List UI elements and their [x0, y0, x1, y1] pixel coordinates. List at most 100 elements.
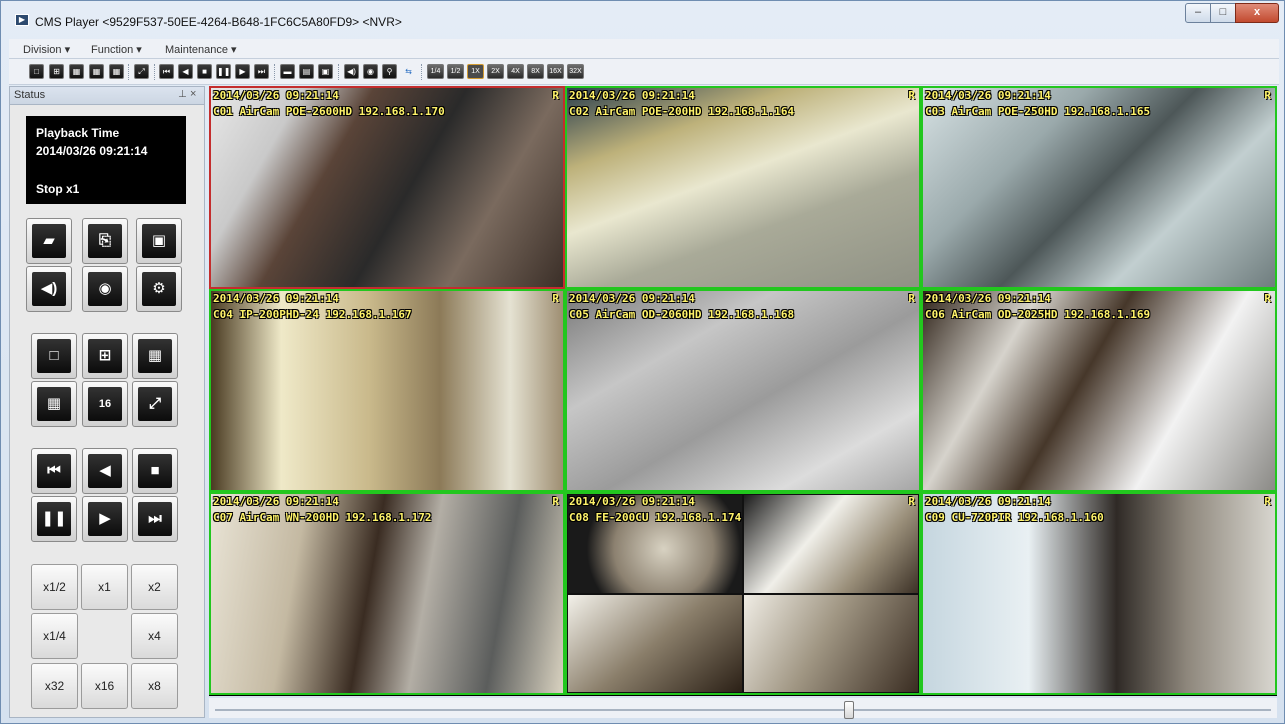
reverse-play-icon[interactable]: ◀ — [178, 64, 193, 79]
pin-icon[interactable]: ⊥ — [178, 89, 187, 100]
skip-back-icon[interactable]: ⏮ — [159, 64, 174, 79]
panel-close-icon[interactable]: × — [190, 88, 196, 100]
reverse-play-button[interactable]: ◀ — [82, 448, 128, 494]
speed-16x-button[interactable]: 16X — [547, 64, 564, 79]
skip-back-button[interactable]: ⏮ — [31, 448, 77, 494]
layout-4-icon[interactable]: ⊞ — [49, 64, 64, 79]
layout-16-icon: 16 — [88, 387, 122, 421]
layout-4-icon: ⊞ — [88, 339, 122, 373]
seek-thumb[interactable] — [843, 701, 854, 719]
export-icon[interactable]: ▤ — [299, 64, 314, 79]
camera-name: C01 AirCam POE-2600HD 192.168.1.170 — [213, 105, 445, 118]
camera-tile-c06[interactable]: 2014/03/26 09:21:14 C06 AirCam OD-2025HD… — [921, 289, 1277, 492]
camera-name: C06 AirCam OD-2025HD 192.168.1.169 — [925, 308, 1151, 321]
skip-forward-icon[interactable]: ⏭ — [254, 64, 269, 79]
camera-tile-c02[interactable]: 2014/03/26 09:21:14 C02 AirCam POE-200HD… — [565, 86, 921, 289]
save-icon[interactable]: ▣ — [318, 64, 333, 79]
camera-tile-c05[interactable]: 2014/03/26 09:21:14 C05 AirCam OD-2060HD… — [565, 289, 921, 492]
layout-16-icon[interactable]: ▦ — [109, 64, 124, 79]
status-panel-title: Status — [14, 89, 46, 101]
menu-function[interactable]: Function ▾ — [91, 43, 142, 56]
speed-x1-4-button[interactable]: x1/4 — [31, 613, 78, 659]
zoom-icon[interactable]: ⚲ — [382, 64, 397, 79]
snapshot-icon[interactable]: ◉ — [363, 64, 378, 79]
snapshot-icon: ◉ — [88, 272, 122, 306]
camera-tile-c01[interactable]: 2014/03/26 09:21:14 C01 AirCam POE-2600H… — [209, 86, 565, 289]
layout-6-button[interactable]: ▦ — [132, 333, 178, 379]
audio-icon[interactable]: ◀) — [344, 64, 359, 79]
fullscreen-button[interactable]: ⤢ — [132, 381, 178, 427]
close-button[interactable]: x — [1235, 3, 1279, 23]
menu-division[interactable]: Division ▾ — [23, 43, 70, 56]
camera-name: C08 FE-200CU 192.168.1.174 — [569, 511, 742, 524]
layout-9-icon: ▦ — [37, 387, 71, 421]
speed-32x-button[interactable]: 32X — [567, 64, 584, 79]
speed-x1-button[interactable]: x1 — [81, 564, 128, 610]
camera-timestamp: 2014/03/26 09:21:14 — [213, 292, 339, 305]
pause-button[interactable]: ❚❚ — [31, 496, 77, 542]
camera-timestamp: 2014/03/26 09:21:14 — [925, 292, 1051, 305]
snapshot-button[interactable]: ◉ — [82, 266, 128, 312]
speed-x1-2-button[interactable]: x1/2 — [31, 564, 78, 610]
layout-6-icon[interactable]: ▦ — [69, 64, 84, 79]
camera-tile-c04[interactable]: 2014/03/26 09:21:14 C04 IP-200PHD-24 192… — [209, 289, 565, 492]
open-folder-button[interactable]: ▰ — [26, 218, 72, 264]
maximize-button[interactable]: □ — [1210, 3, 1236, 23]
pause-icon: ❚❚ — [37, 502, 71, 536]
camera-tile-c08[interactable]: 2014/03/26 09:21:14 C08 FE-200CU 192.168… — [565, 492, 921, 695]
recording-indicator: R — [1264, 292, 1271, 305]
fullscreen-icon[interactable]: ⤢ — [134, 64, 149, 79]
toolbar-separator — [154, 64, 155, 80]
speed-x2-button[interactable]: x2 — [131, 564, 178, 610]
skip-forward-button[interactable]: ⏭ — [132, 496, 178, 542]
camera-timestamp: 2014/03/26 09:21:14 — [213, 495, 339, 508]
play-icon: ▶ — [88, 502, 122, 536]
skip-back-icon: ⏮ — [37, 454, 71, 488]
speed-2x-button[interactable]: 2X — [487, 64, 504, 79]
layout-4-button[interactable]: ⊞ — [82, 333, 128, 379]
speed-half-button[interactable]: 1/2 — [447, 64, 464, 79]
stop-icon[interactable]: ■ — [197, 64, 212, 79]
speed-x16-button[interactable]: x16 — [81, 663, 128, 709]
camera-tile-c09[interactable]: 2014/03/26 09:21:14 C09 CU-720PIR 192.16… — [921, 492, 1277, 695]
camera-timestamp: 2014/03/26 09:21:14 — [569, 89, 695, 102]
sync-icon[interactable]: ⇆ — [401, 64, 416, 79]
open-folder-icon: ▰ — [32, 224, 66, 258]
layout-16-button[interactable]: 16 — [82, 381, 128, 427]
seek-bar[interactable] — [209, 698, 1277, 719]
speed-1x-button[interactable]: 1X — [467, 64, 484, 79]
layout-1-icon[interactable]: □ — [29, 64, 44, 79]
minimize-button[interactable]: – — [1185, 3, 1211, 23]
app-icon[interactable]: ▶ — [15, 14, 29, 26]
camera-name: C07 AirCam WN-200HD 192.168.1.172 — [213, 511, 432, 524]
recording-indicator: R — [908, 89, 915, 102]
audio-button[interactable]: ◀) — [26, 266, 72, 312]
title-bar: ▶ CMS Player <9529F537-50EE-4264-B648-1F… — [1, 1, 1284, 37]
speed-x32-button[interactable]: x32 — [31, 663, 78, 709]
speed-x4-button[interactable]: x4 — [131, 613, 178, 659]
layout-9-button[interactable]: ▦ — [31, 381, 77, 427]
seek-track[interactable] — [215, 709, 1271, 711]
settings-button[interactable]: ⚙ — [136, 266, 182, 312]
stop-button[interactable]: ■ — [132, 448, 178, 494]
speed-8x-button[interactable]: 8X — [527, 64, 544, 79]
layout-1-button[interactable]: □ — [31, 333, 77, 379]
speed-x8-button[interactable]: x8 — [131, 663, 178, 709]
save-button[interactable]: ▣ — [136, 218, 182, 264]
layout-9-icon[interactable]: ▦ — [89, 64, 104, 79]
toolbar-separator — [421, 64, 422, 80]
camera-timestamp: 2014/03/26 09:21:14 — [569, 495, 695, 508]
camera-name: C02 AirCam POE-200HD 192.168.1.164 — [569, 105, 795, 118]
open-folder-icon[interactable]: ▬ — [280, 64, 295, 79]
speed-4x-button[interactable]: 4X — [507, 64, 524, 79]
export-button[interactable]: ⎘ — [82, 218, 128, 264]
camera-timestamp: 2014/03/26 09:21:14 — [569, 292, 695, 305]
menu-maintenance[interactable]: Maintenance ▾ — [165, 43, 237, 56]
speed-quarter-button[interactable]: 1/4 — [427, 64, 444, 79]
recording-indicator: R — [1264, 89, 1271, 102]
camera-tile-c03[interactable]: 2014/03/26 09:21:14 C03 AirCam POE-250HD… — [921, 86, 1277, 289]
play-button[interactable]: ▶ — [82, 496, 128, 542]
camera-tile-c07[interactable]: 2014/03/26 09:21:14 C07 AirCam WN-200HD … — [209, 492, 565, 695]
play-icon[interactable]: ▶ — [235, 64, 250, 79]
pause-icon[interactable]: ❚❚ — [216, 64, 231, 79]
